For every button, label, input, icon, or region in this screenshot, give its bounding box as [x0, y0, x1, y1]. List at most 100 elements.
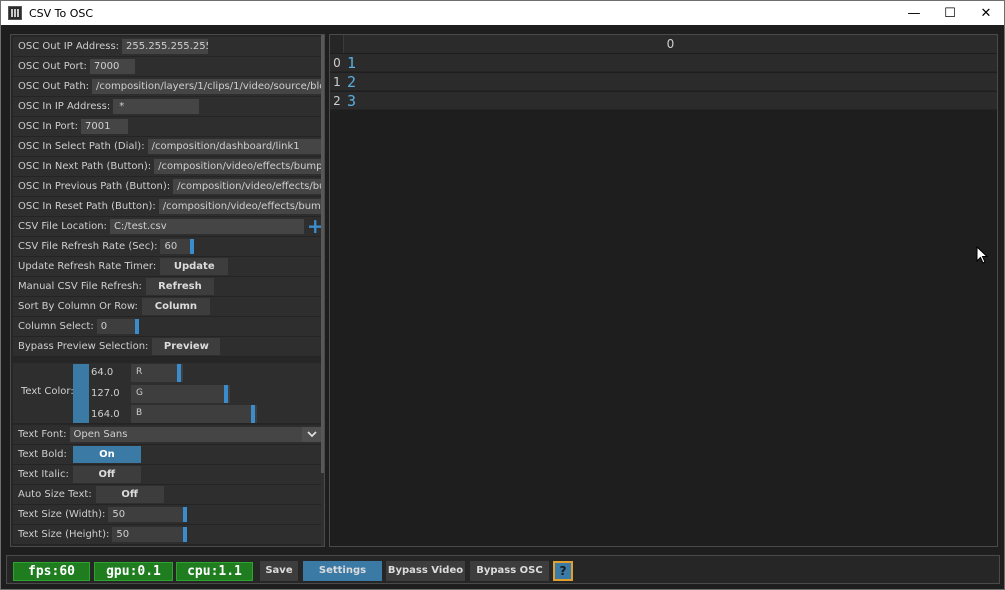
settings-scrollbar-thumb[interactable]	[321, 35, 324, 473]
text-color-row: Text Color: 64.0 R 127.0 G 164.0 B	[13, 363, 324, 424]
manual-refresh-row: Manual CSV File Refresh: Refresh	[13, 277, 324, 297]
sort-by-label: Sort By Column Or Row:	[18, 301, 138, 312]
osc-in-select-path-input[interactable]: /composition/dashboard/link1	[147, 139, 324, 154]
bypass-preview-row: Bypass Preview Selection: Preview	[13, 337, 324, 357]
text-size-height-slider[interactable]: 50	[112, 527, 188, 542]
osc-in-next-path-input[interactable]: /composition/video/effects/bumper/effect	[154, 159, 324, 174]
save-button[interactable]: Save	[260, 561, 298, 581]
text-color-label: Text Color:	[21, 386, 74, 397]
color-g-channel: G	[136, 388, 143, 398]
table-row[interactable]: 1 2	[330, 73, 997, 91]
sort-column-button[interactable]: Column	[141, 298, 210, 315]
text-color-swatch[interactable]	[73, 364, 89, 423]
settings-button[interactable]: Settings	[303, 561, 382, 581]
osc-out-ip-input[interactable]: 255.255.255.255	[122, 39, 209, 54]
color-b-handle[interactable]	[251, 405, 255, 423]
text-size-height-row: Text Size (Height): 50	[13, 525, 324, 545]
minimize-button[interactable]: —	[896, 1, 932, 26]
column-header[interactable]: 0	[344, 35, 997, 53]
table-header: 0	[330, 35, 997, 53]
refresh-button[interactable]: Refresh	[145, 278, 214, 295]
csv-file-location-row: CSV File Location: C:/test.csv +	[13, 216, 324, 237]
table-corner	[330, 35, 344, 53]
csv-refresh-rate-handle[interactable]	[190, 239, 195, 254]
color-b-value: 164.0	[91, 409, 120, 420]
osc-in-port-input[interactable]: 7001	[81, 119, 129, 134]
osc-out-path-label: OSC Out Path:	[18, 81, 90, 92]
main-frame: OSC Out IP Address: 255.255.255.255 OSC …	[0, 25, 1005, 590]
window-title: CSV To OSC	[29, 6, 94, 20]
osc-in-reset-path-row: OSC In Reset Path (Button): /composition…	[13, 197, 324, 217]
csv-file-location-input[interactable]: C:/test.csv	[109, 219, 304, 234]
auto-size-text-toggle[interactable]: Off	[95, 486, 164, 503]
close-button[interactable]: ✕	[968, 1, 1004, 26]
row-index: 0	[333, 55, 341, 70]
osc-in-port-label: OSC In Port:	[18, 121, 79, 132]
table-cell[interactable]: 2	[344, 73, 356, 91]
osc-in-select-path-row: OSC In Select Path (Dial): /composition/…	[13, 137, 324, 157]
text-italic-toggle[interactable]: Off	[72, 466, 141, 483]
csv-preview-table: 0 0 1 1 2 2 3	[329, 34, 998, 547]
text-italic-label: Text Italic:	[18, 469, 69, 480]
osc-in-reset-path-input[interactable]: /composition/video/effects/bumper/effect	[158, 199, 324, 214]
osc-out-ip-label: OSC Out IP Address:	[18, 41, 120, 52]
bypass-osc-button[interactable]: Bypass OSC	[470, 561, 549, 581]
osc-in-previous-path-row: OSC In Previous Path (Button): /composit…	[13, 177, 324, 197]
update-refresh-timer-row: Update Refresh Rate Timer: Update	[13, 257, 324, 277]
osc-in-next-path-label: OSC In Next Path (Button):	[18, 161, 152, 172]
osc-in-port-row: OSC In Port: 7001	[13, 117, 324, 137]
auto-size-text-label: Auto Size Text:	[18, 489, 92, 500]
text-bold-label: Text Bold:	[18, 449, 67, 460]
text-size-width-slider[interactable]: 50	[108, 507, 188, 522]
update-refresh-timer-label: Update Refresh Rate Timer:	[18, 261, 157, 272]
color-r-channel: R	[136, 367, 143, 377]
mouse-cursor-icon	[976, 246, 988, 264]
text-size-width-handle[interactable]	[183, 507, 188, 522]
text-size-width-value: 50	[112, 509, 126, 520]
osc-in-next-path-row: OSC In Next Path (Button): /composition/…	[13, 157, 324, 177]
osc-in-previous-path-input[interactable]: /composition/video/effects/bumper/effect	[173, 179, 324, 194]
preview-button[interactable]: Preview	[152, 338, 221, 355]
osc-out-path-row: OSC Out Path: /composition/layers/1/clip…	[13, 77, 324, 97]
table-row[interactable]: 0 1	[330, 54, 997, 72]
osc-out-port-input[interactable]: 7000	[89, 59, 135, 74]
osc-in-ip-input[interactable]: *	[113, 99, 200, 114]
osc-out-ip-row: OSC Out IP Address: 255.255.255.255	[13, 37, 324, 57]
bypass-video-button[interactable]: Bypass Video	[386, 561, 465, 581]
text-size-height-value: 50	[116, 529, 130, 540]
column-select-handle[interactable]	[134, 319, 139, 334]
row-index: 1	[333, 74, 341, 89]
bypass-preview-label: Bypass Preview Selection:	[18, 341, 149, 352]
table-cell[interactable]: 1	[344, 54, 356, 72]
text-bold-toggle[interactable]: On	[72, 446, 141, 463]
text-font-dropdown[interactable]: Open Sans	[69, 427, 324, 442]
update-button[interactable]: Update	[160, 258, 229, 275]
settings-scrollbar[interactable]	[321, 35, 324, 546]
table-cell[interactable]: 3	[344, 92, 356, 110]
osc-out-port-row: OSC Out Port: 7000	[13, 57, 324, 77]
help-button[interactable]: ?	[553, 561, 573, 581]
csv-file-location-label: CSV File Location:	[18, 221, 107, 232]
column-select-row: Column Select: 0	[13, 317, 324, 337]
csv-refresh-rate-slider[interactable]: 60	[160, 239, 195, 254]
color-b-slider[interactable]: B	[131, 405, 257, 423]
osc-out-path-input[interactable]: /composition/layers/1/clips/1/video/sour…	[92, 79, 324, 94]
osc-in-previous-path-label: OSC In Previous Path (Button):	[18, 181, 171, 192]
column-select-slider[interactable]: 0	[96, 319, 139, 334]
settings-panel: OSC Out IP Address: 255.255.255.255 OSC …	[10, 34, 325, 547]
maximize-button[interactable]: ☐	[932, 1, 968, 26]
text-size-height-label: Text Size (Height):	[18, 529, 110, 540]
color-g-handle[interactable]	[224, 385, 228, 403]
table-row[interactable]: 2 3	[330, 92, 997, 110]
bottom-toolbar: fps:60 gpu:0.1 cpu:1.1 Save Settings Byp…	[6, 555, 1000, 584]
text-size-height-handle[interactable]	[183, 527, 188, 542]
text-italic-row: Text Italic: Off	[13, 465, 324, 485]
color-g-slider[interactable]: G	[131, 385, 230, 403]
column-select-value: 0	[100, 321, 108, 332]
color-r-slider[interactable]: R	[131, 364, 183, 382]
chevron-down-icon[interactable]	[302, 427, 322, 442]
color-r-handle[interactable]	[177, 364, 181, 382]
osc-in-select-path-label: OSC In Select Path (Dial):	[18, 141, 145, 152]
column-select-label: Column Select:	[18, 321, 94, 332]
csv-refresh-rate-row: CSV File Refresh Rate (Sec): 60	[13, 237, 324, 257]
